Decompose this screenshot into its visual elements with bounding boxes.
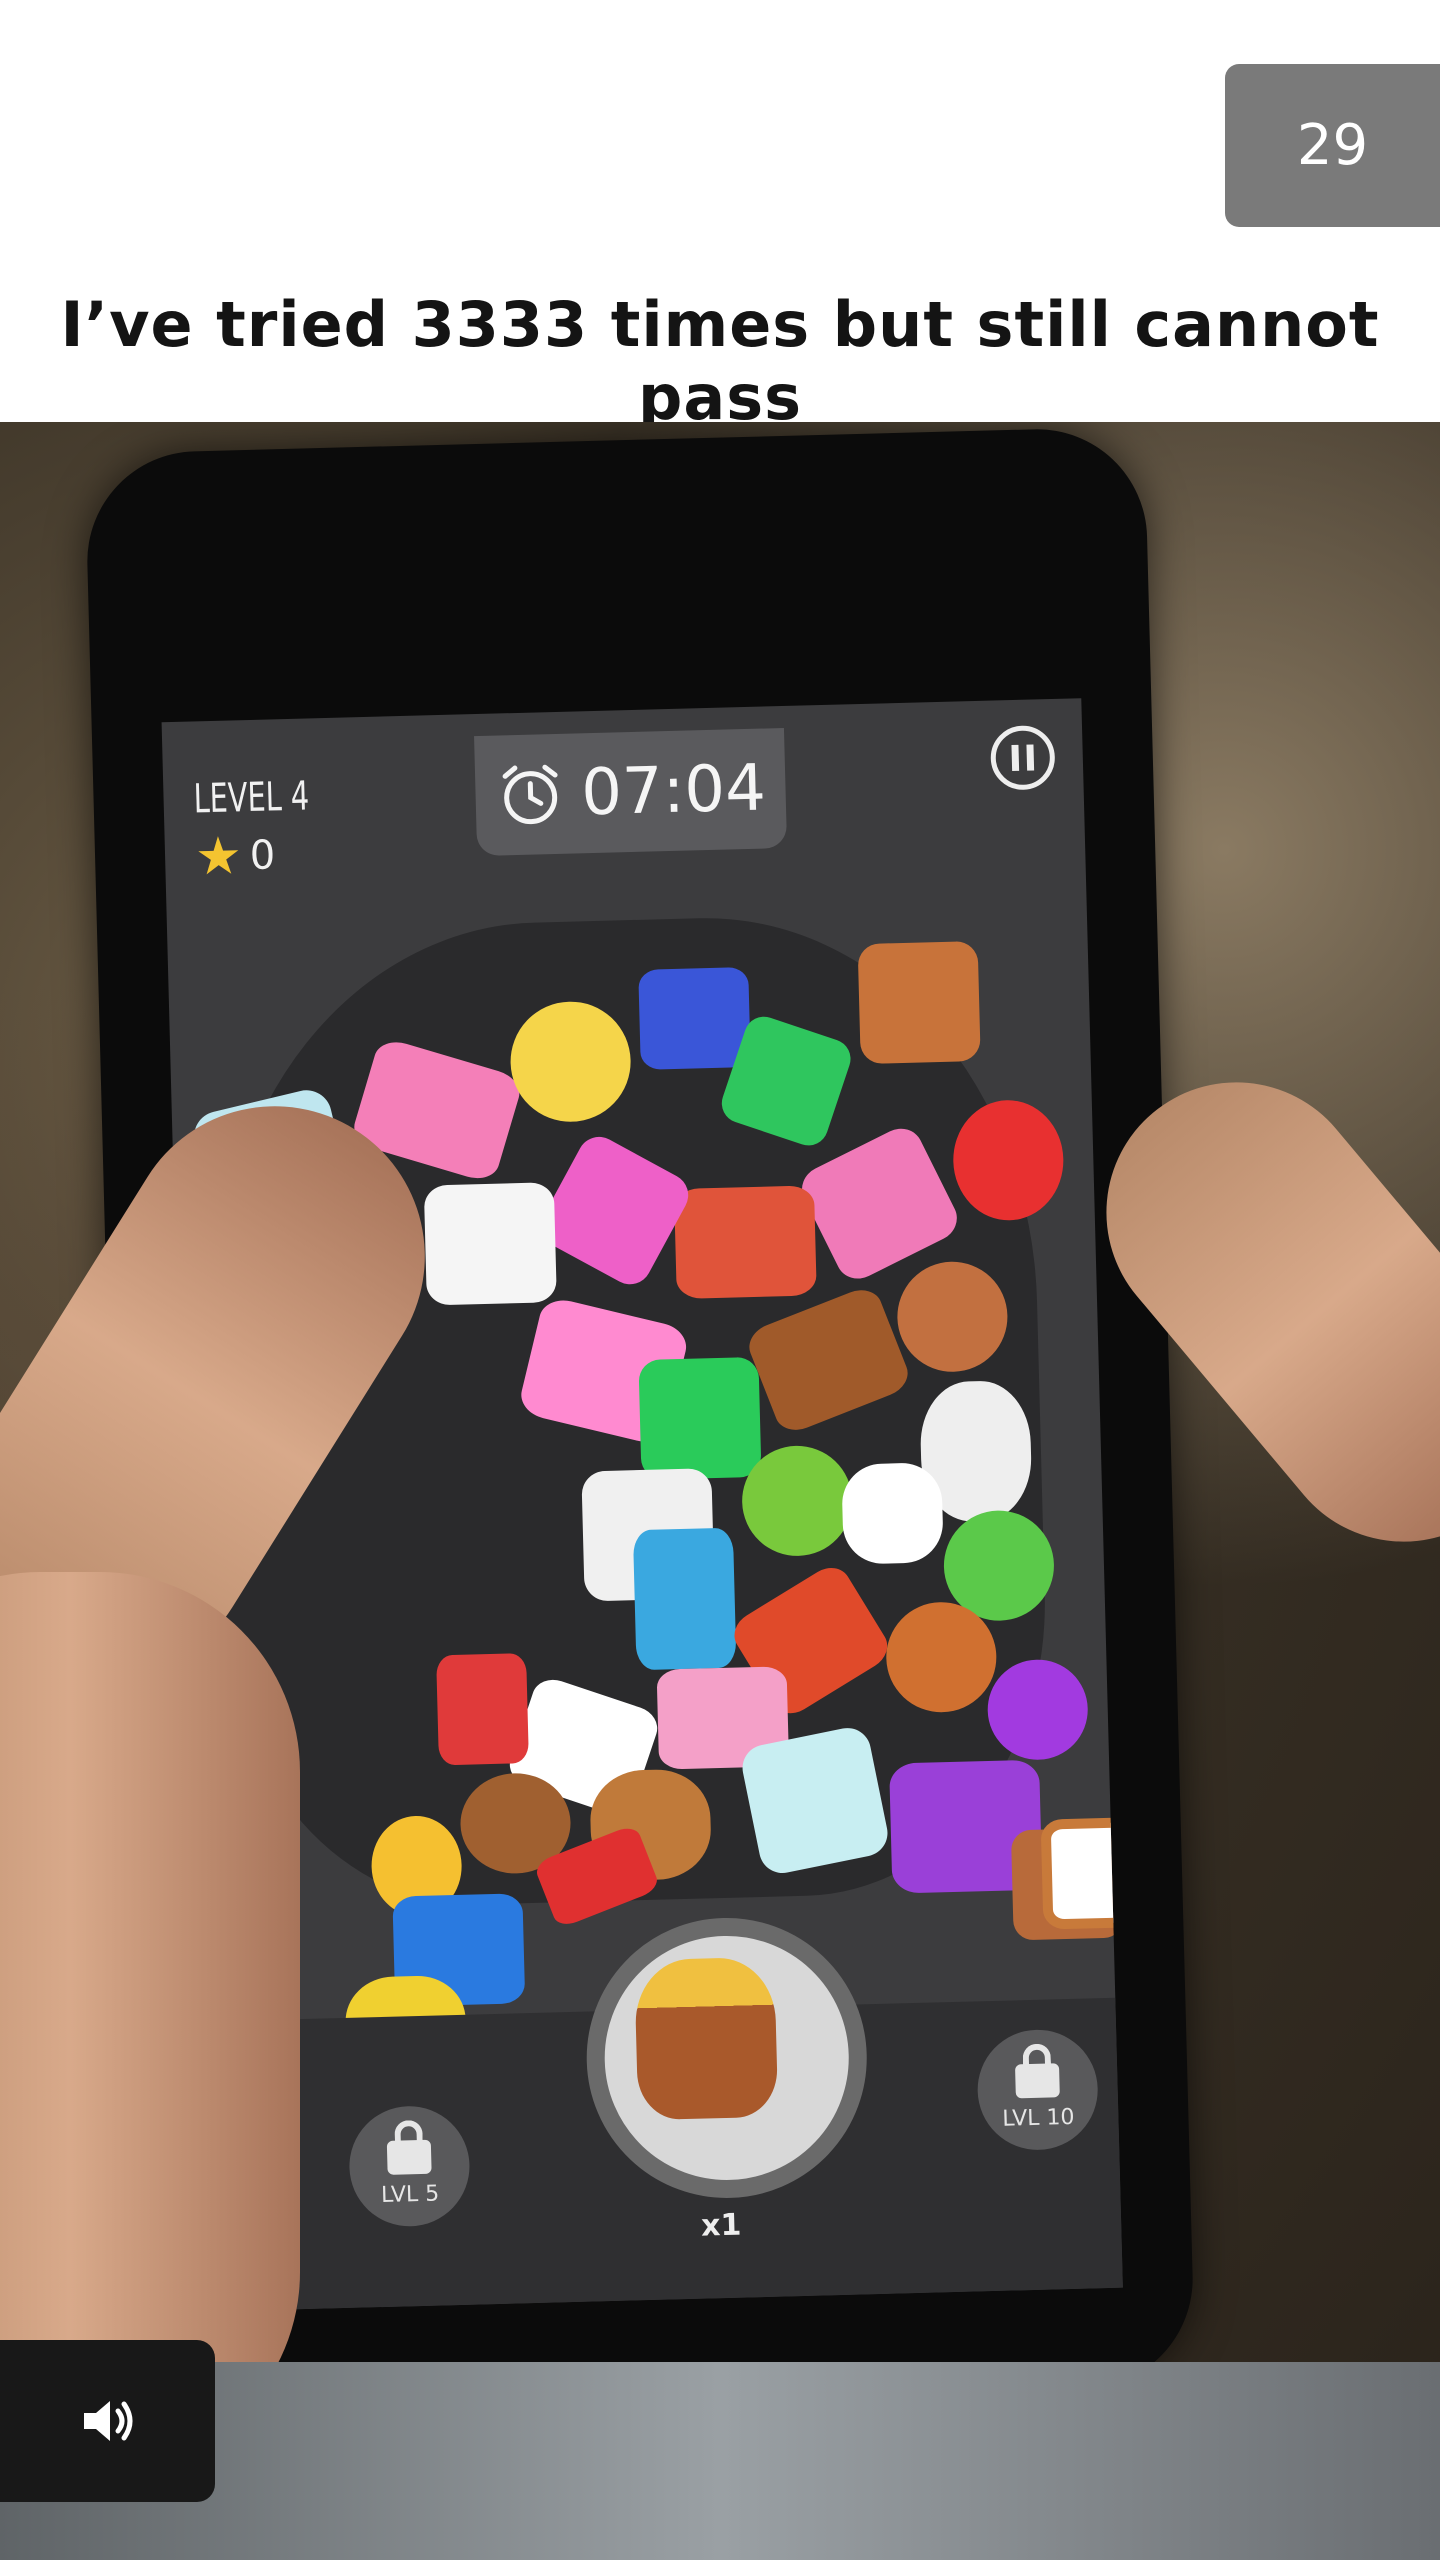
game-screen[interactable]: LEVEL 4 ★ 0 07:04 LVL 5 LVL 10 x1 [161,698,1123,2312]
level-label: LEVEL 4 [193,773,310,823]
star-icon: ★ [194,826,243,888]
collected-object [634,1956,779,2121]
pause-icon[interactable] [989,724,1056,791]
item-counter: 29 [1225,64,1440,227]
locked-slot-label: LVL 10 [1002,2104,1075,2132]
game-object[interactable] [857,940,981,1065]
star-count: ★ 0 [194,826,276,888]
game-object[interactable] [423,1182,557,1306]
timer: 07:04 [474,727,788,857]
locked-slot-label: LVL 5 [380,2181,440,2209]
game-object[interactable] [841,1462,944,1565]
game-object[interactable] [673,1185,817,1299]
sound-button[interactable] [0,2340,215,2502]
game-object[interactable] [1040,1816,1123,1930]
star-value: 0 [249,832,276,880]
game-object[interactable] [738,1723,892,1878]
game-object[interactable] [638,967,751,1070]
lock-icon-body [1014,2063,1060,2099]
game-object[interactable] [638,1356,762,1480]
video-bottom-blur [0,2362,1440,2560]
video-player[interactable]: LEVEL 4 ★ 0 07:04 LVL 5 LVL 10 x1 [0,422,1440,2560]
video-caption: I’ve tried 3333 times but still cannot p… [60,288,1380,434]
game-object[interactable] [632,1527,737,1671]
speaker-icon [83,2401,132,2441]
alarm-clock-icon [502,764,558,825]
timer-value: 07:04 [580,751,767,831]
lock-icon-body [386,2139,432,2175]
left-hand [0,1572,300,2472]
slot-multiplier: x1 [700,2207,742,2244]
game-object[interactable] [436,1653,529,1766]
